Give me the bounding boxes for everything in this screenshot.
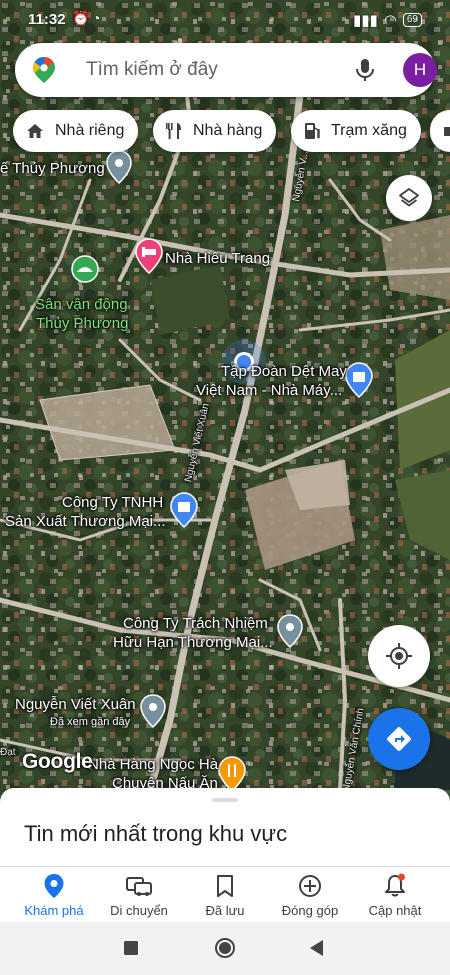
google-watermark: Google xyxy=(22,750,93,773)
layers-icon xyxy=(399,188,419,207)
bell-icon xyxy=(385,873,405,897)
map-label[interactable]: Việt Nam - Nhà Máy... xyxy=(196,382,342,400)
nav-label: Đóng góp xyxy=(281,903,339,918)
place-pin-icon[interactable] xyxy=(277,614,303,653)
park-pin-icon[interactable] xyxy=(70,254,100,289)
shopping-pin-icon[interactable] xyxy=(345,362,373,403)
chip-restaurants[interactable]: Nhà hàng xyxy=(153,110,277,152)
gas-station-icon xyxy=(305,123,320,139)
alarm-off-icon: ⏰ xyxy=(72,10,90,26)
road-label: Đạt xyxy=(0,747,16,758)
chip-gas-stations[interactable]: Trạm xăng xyxy=(291,110,421,152)
search-bar[interactable]: Tìm kiếm ở đây H xyxy=(15,43,437,97)
map-label[interactable]: Công Ty Trách Nhiệm xyxy=(123,615,268,633)
status-time: 11:32 xyxy=(28,11,66,28)
cafe-icon xyxy=(444,127,450,136)
restaurant-icon xyxy=(166,123,181,139)
map-label[interactable]: Tập Đoàn Dệt May xyxy=(221,363,347,381)
shopping-pin-icon[interactable] xyxy=(170,492,198,533)
nav-label: Đã lưu xyxy=(205,903,245,918)
map-label[interactable]: Nguyễn Viết Xuân xyxy=(15,696,136,714)
map-label[interactable]: Sân vận động xyxy=(35,296,128,314)
add-circle-icon xyxy=(299,875,321,897)
place-pin-icon[interactable] xyxy=(106,150,132,189)
bottom-navigation: Khám phá Di chuyển Đã lưu Đóng góp Cập n… xyxy=(0,866,450,922)
sheet-drag-handle[interactable] xyxy=(212,798,238,802)
notification-icon: ◔ xyxy=(92,10,101,26)
latest-news-sheet[interactable]: Tin mới nhất trong khu vực xyxy=(0,788,450,866)
nav-updates[interactable]: Cập nhật xyxy=(350,873,440,918)
chip-home[interactable]: Nhà riêng xyxy=(13,110,139,152)
google-maps-logo-icon xyxy=(33,57,55,83)
battery-indicator: 69 xyxy=(402,13,422,27)
my-location-icon xyxy=(386,643,412,669)
home-icon xyxy=(27,124,43,138)
my-location-button[interactable] xyxy=(368,625,430,687)
chip-label: Trạm xăng xyxy=(331,122,407,139)
hotel-pin-icon[interactable] xyxy=(135,238,163,279)
recent-apps-icon[interactable] xyxy=(123,940,139,956)
map-label[interactable]: Thủy Phương xyxy=(36,315,128,333)
map-label: Đã xem gần đây xyxy=(50,716,131,728)
home-button-icon[interactable] xyxy=(213,936,237,960)
map-label[interactable]: Nhà Hàng Ngọc Hà xyxy=(88,756,218,774)
mic-icon[interactable] xyxy=(353,57,377,83)
nav-saved[interactable]: Đã lưu xyxy=(180,873,270,918)
nav-commute[interactable]: Di chuyển xyxy=(94,873,184,918)
map-label[interactable]: ế Thủy Phương xyxy=(0,160,105,178)
map-label[interactable]: Hữu Hạn Thương Mại... xyxy=(113,634,273,652)
search-input[interactable]: Tìm kiếm ở đây xyxy=(86,59,218,81)
map-label[interactable]: Công Ty TNHH xyxy=(62,494,163,512)
nav-label: Di chuyển xyxy=(110,903,168,918)
nav-label: Cập nhật xyxy=(368,903,422,918)
directions-button[interactable] xyxy=(368,708,430,770)
place-icon xyxy=(44,874,64,898)
nav-explore[interactable]: Khám phá xyxy=(9,873,99,918)
place-pin-icon[interactable] xyxy=(140,694,166,733)
sheet-title: Tin mới nhất trong khu vực xyxy=(24,821,288,846)
back-icon[interactable] xyxy=(309,939,325,957)
nav-contribute[interactable]: Đóng góp xyxy=(265,873,355,918)
system-navigation-bar xyxy=(0,922,450,975)
layers-button[interactable] xyxy=(386,175,432,221)
account-avatar[interactable]: H xyxy=(403,53,437,87)
signal-icon: ▮▮▮ xyxy=(353,12,378,29)
wifi-icon: ◠ xyxy=(383,12,397,29)
map-label[interactable]: Nhà Hiếu Trang xyxy=(165,250,270,268)
nav-label: Khám phá xyxy=(24,903,84,918)
map-label[interactable]: Sản Xuất Thương Mại... xyxy=(5,513,166,531)
chip-label: Nhà hàng xyxy=(193,122,263,139)
car-icon xyxy=(126,877,152,896)
chip-label: Nhà riêng xyxy=(55,122,125,139)
status-bar: 11:32 ⏰ ◔ ▮▮▮ ◠ 69 xyxy=(0,0,450,40)
bookmark-icon xyxy=(217,875,233,897)
directions-icon xyxy=(387,727,411,751)
